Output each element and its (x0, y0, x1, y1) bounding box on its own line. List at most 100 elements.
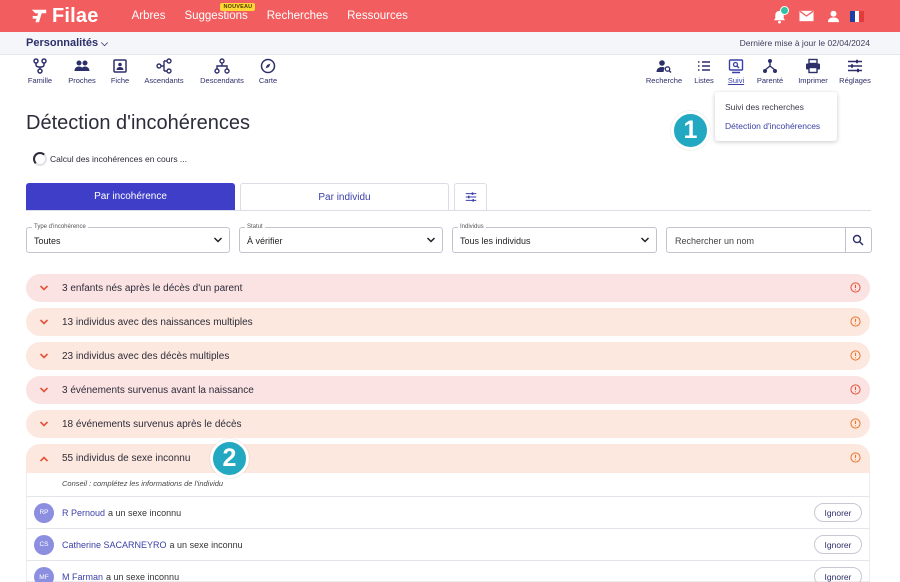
sliders-icon (848, 59, 862, 73)
compass-icon (260, 58, 276, 74)
brand-name: Filae (52, 4, 99, 27)
list-icon (698, 61, 710, 71)
descendants-icon (214, 58, 230, 74)
chevron-down-icon (39, 353, 49, 359)
new-badge: NOUVEAU (220, 3, 256, 11)
last-update: Dernière mise à jour le 02/04/2024 (739, 38, 870, 48)
issue-type-select[interactable]: Type d'incohérence Toutes (26, 223, 230, 253)
filae-logo-icon (31, 9, 47, 23)
chevron-down-icon (426, 237, 436, 243)
tool-fiche[interactable]: Fiche (109, 58, 131, 85)
tools-toolbar: Recherche Listes Suivi Parenté Imprimer … (645, 58, 871, 85)
issue-label: 18 événements survenus après le décès (62, 418, 242, 430)
list-item: MF M Farman a un sexe inconnu Ignorer (27, 560, 869, 582)
family-icon (33, 58, 47, 74)
warning-icon (850, 418, 861, 429)
tool-suivi[interactable]: Suivi (726, 58, 746, 85)
issue-row[interactable]: 13 individus avec des naissances multipl… (26, 308, 870, 336)
loading-text: Calcul des incohérences en cours ... (50, 154, 188, 164)
tool-reglages[interactable]: Réglages (839, 58, 871, 85)
suivi-dropdown-menu: Suivi des recherches Détection d'incohér… (715, 92, 837, 141)
search-icon[interactable] (852, 234, 864, 246)
avatar: MF (34, 567, 54, 582)
issue-row[interactable]: 3 enfants nés après le décès d'un parent (26, 274, 870, 302)
issue-label: 55 individus de sexe inconnu (62, 453, 191, 464)
issue-label: 3 événements survenus avant la naissance (62, 384, 254, 396)
chevron-down-icon (39, 387, 49, 393)
warning-icon (850, 350, 861, 361)
issue-row-expanded[interactable]: 55 individus de sexe inconnu (26, 444, 870, 473)
tool-proches[interactable]: Proches (67, 58, 97, 85)
tree-bar: Personnalités ⌵ Dernière mise à jour le 0… (0, 32, 900, 55)
chevron-down-icon: ⌵ (101, 38, 108, 48)
user-icon[interactable] (823, 6, 843, 26)
filae-logo[interactable]: Filae (30, 5, 99, 28)
nav-arbres[interactable]: Arbres (132, 10, 166, 22)
tool-carte[interactable]: Carte (257, 58, 279, 85)
tree-toolbar: Famille Proches Fiche Ascendants Descend… (27, 58, 279, 85)
issue-label: 23 individus avec des décès multiples (62, 350, 230, 362)
warning-icon (850, 452, 861, 463)
list-item: CS Catherine SACARNEYRO a un sexe inconn… (27, 528, 869, 560)
issue-row[interactable]: 23 individus avec des décès multiples (26, 342, 870, 370)
issue-label: 13 individus avec des naissances multipl… (62, 316, 253, 328)
card-icon (113, 59, 127, 73)
ancestors-icon (156, 58, 172, 74)
tab-by-person[interactable]: Par individu (240, 183, 449, 210)
chevron-down-icon (213, 237, 223, 243)
chevron-down-icon (640, 237, 650, 243)
notification-dot (780, 6, 789, 15)
issue-row[interactable]: 3 événements survenus avant la naissance (26, 376, 870, 404)
bell-icon[interactable] (769, 6, 789, 26)
menu-item-suivi-recherches[interactable]: Suivi des recherches (715, 102, 804, 112)
avatar: RP (34, 502, 54, 523)
tree-selector[interactable]: Personnalités ⌵ (26, 37, 108, 49)
nav-suggestions[interactable]: Suggestions NOUVEAU (184, 3, 256, 22)
printer-icon (806, 58, 820, 74)
person-link[interactable]: M Farman (62, 572, 103, 582)
warning-icon (850, 282, 861, 293)
french-flag-icon[interactable] (850, 10, 865, 22)
person-search-icon (656, 60, 672, 73)
spinner-icon (33, 152, 47, 166)
list-item: RP R Pernoud a un sexe inconnu Ignorer (27, 496, 869, 528)
issue-label: 3 enfants nés après le décès d'un parent (62, 282, 243, 294)
page-title: Détection d'incohérences (26, 112, 250, 134)
tool-recherche[interactable]: Recherche (645, 58, 683, 85)
mail-icon[interactable] (796, 6, 816, 26)
issue-row[interactable]: 18 événements survenus après le décès (26, 410, 870, 438)
tool-famille[interactable]: Famille (27, 58, 53, 85)
nav-ressources[interactable]: Ressources (347, 10, 408, 22)
ignore-button[interactable]: Ignorer (814, 567, 862, 582)
status-select[interactable]: Statut À vérifier (239, 223, 443, 253)
person-link[interactable]: R Pernoud (62, 508, 105, 518)
warning-icon (850, 384, 861, 395)
main-nav: Arbres Suggestions NOUVEAU Recherches Re… (132, 3, 427, 22)
tool-listes[interactable]: Listes (693, 58, 715, 85)
ignore-button[interactable]: Ignorer (814, 503, 862, 522)
callout-badge-1: 1 (671, 111, 710, 150)
nav-recherches[interactable]: Recherches (267, 10, 328, 22)
chevron-down-icon (39, 319, 49, 325)
tab-by-issue[interactable]: Par incohérence (26, 183, 235, 210)
menu-item-detection[interactable]: Détection d'incohérences (715, 121, 820, 131)
ignore-button[interactable]: Ignorer (814, 535, 862, 554)
individuals-select[interactable]: Individus Tous les individus (452, 223, 657, 253)
person-link[interactable]: Catherine SACARNEYRO (62, 540, 167, 550)
avatar: CS (34, 534, 54, 555)
tool-ascendants[interactable]: Ascendants (142, 58, 186, 85)
advice-text: Conseil : complétez les informations de … (62, 479, 224, 488)
chevron-down-icon (39, 285, 49, 291)
search-input[interactable]: Rechercher un nom (675, 236, 754, 246)
tool-imprimer[interactable]: Imprimer (797, 58, 829, 85)
relatives-icon (74, 60, 90, 71)
relationship-icon (763, 59, 777, 73)
tool-descendants[interactable]: Descendants (198, 58, 246, 85)
filter-settings-button[interactable] (454, 183, 487, 210)
callout-badge-2: 2 (210, 439, 249, 478)
tool-parente[interactable]: Parenté (756, 58, 784, 85)
name-search: Rechercher un nom (666, 227, 872, 253)
chevron-up-icon (39, 455, 49, 462)
chevron-down-icon (39, 421, 49, 427)
tabs-divider (26, 210, 871, 211)
